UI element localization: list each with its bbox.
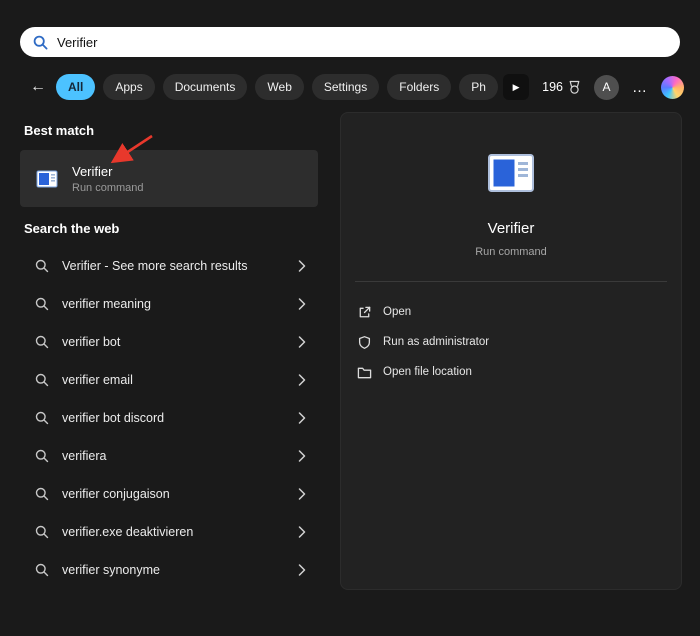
chevron-right-icon [298,374,306,386]
action-label: Open file location [383,366,472,378]
chevron-right-icon [298,298,306,310]
account-avatar[interactable]: A [594,74,619,100]
verifier-app-icon [488,154,534,192]
web-suggestion-label: verifier conjugaison [62,487,170,501]
filter-tab-photos[interactable]: Ph [459,74,498,100]
best-match-title: Verifier [72,163,113,179]
action-open-file-location[interactable]: Open file location [341,357,681,387]
web-suggestion-row[interactable]: verifier synonyme [20,551,318,589]
web-suggestion-label: verifier email [62,373,133,387]
search-input[interactable] [57,34,667,50]
best-match-heading: Best match [24,123,95,138]
filter-tab-documents[interactable]: Documents [162,74,248,100]
rewards-counter[interactable]: 196 [542,80,581,95]
web-suggestion-label: verifier.exe deaktivieren [62,525,194,539]
verifier-app-icon [36,170,58,187]
chevron-right-icon [298,260,306,272]
rewards-count: 196 [542,80,563,94]
preview-panel: Verifier Run command Open Run as adminis… [340,112,682,590]
chevron-right-icon [298,450,306,462]
web-suggestion-list: Verifier - See more search results verif… [20,247,318,589]
filter-tab-apps[interactable]: Apps [103,74,155,100]
filter-tab-settings[interactable]: Settings [311,74,380,100]
web-suggestion-row[interactable]: verifier conjugaison [20,475,318,513]
shield-icon [358,335,371,349]
filter-tab-folders[interactable]: Folders [387,74,452,100]
web-suggestion-label: Verifier - See more search results [62,259,248,273]
scroll-right-play-icon[interactable]: ▶ [503,74,530,100]
action-label: Run as administrator [383,336,490,348]
search-icon [35,563,49,577]
preview-subtitle: Run command [475,246,547,258]
divider [355,281,667,282]
web-suggestion-row[interactable]: verifier bot discord [20,399,318,437]
web-suggestion-label: verifier meaning [62,297,151,311]
open-icon [359,306,371,317]
filter-tab-all[interactable]: All [56,74,96,100]
search-bar[interactable] [20,27,680,57]
search-icon [35,373,49,387]
search-icon [35,297,49,311]
action-label: Open [383,306,412,318]
search-the-web-heading: Search the web [24,221,120,236]
search-icon [35,411,49,425]
search-icon [35,335,49,349]
best-match-result[interactable]: Verifier Run command [20,150,318,207]
back-arrow-icon[interactable]: ← [28,78,48,96]
filter-bar-right: ▶ 196 A … [503,73,684,101]
web-suggestion-row[interactable]: verifier bot [20,323,318,361]
search-icon [35,259,49,273]
web-suggestion-row[interactable]: Verifier - See more search results [20,247,318,285]
action-open[interactable]: Open [341,297,681,327]
chevron-right-icon [298,412,306,424]
best-match-subtitle: Run command [72,181,144,194]
chevron-right-icon [298,526,306,538]
web-suggestion-label: verifiera [62,449,107,463]
filter-bar: ← All Apps Documents Web Settings Folder… [28,73,498,101]
search-icon [33,35,48,50]
web-suggestion-label: verifier bot [62,335,121,349]
web-suggestion-row[interactable]: verifier meaning [20,285,318,323]
filter-tab-web[interactable]: Web [255,74,304,100]
chevron-right-icon [298,564,306,576]
copilot-icon[interactable] [661,75,684,99]
action-list: Open Run as administrator Open file loca… [341,297,681,387]
search-icon [35,449,49,463]
search-icon [35,487,49,501]
web-suggestion-row[interactable]: verifier email [20,361,318,399]
rewards-medal-icon [569,80,580,94]
search-icon [35,525,49,539]
chevron-right-icon [298,488,306,500]
more-options-icon[interactable]: … [632,79,648,96]
web-suggestion-row[interactable]: verifier.exe deaktivieren [20,513,318,551]
web-suggestion-label: verifier bot discord [62,411,165,425]
action-run-as-administrator[interactable]: Run as administrator [341,327,681,357]
web-suggestion-row[interactable]: verifiera [20,437,318,475]
web-suggestion-label: verifier synonyme [62,563,160,577]
folder-icon [357,367,372,378]
chevron-right-icon [298,336,306,348]
preview-title: Verifier [487,220,535,237]
